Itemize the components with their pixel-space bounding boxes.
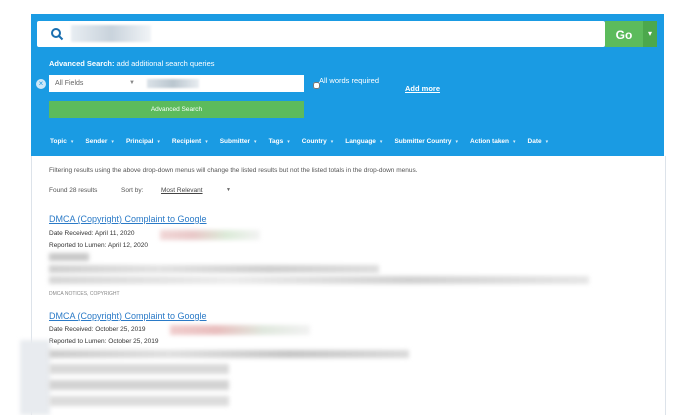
filter-label: Topic <box>50 138 67 145</box>
redacted-text <box>160 230 260 240</box>
filter-label: Action taken <box>470 138 510 145</box>
filter-label: Tags <box>268 138 284 145</box>
redacted-text <box>49 350 409 358</box>
filter-label: Date <box>527 138 542 145</box>
chevron-down-icon: ▾ <box>513 139 516 145</box>
filter-dropdown-submitter-country[interactable]: Submitter Country ▾ <box>388 138 464 145</box>
results-count: Found 28 results <box>49 187 98 194</box>
redacted-overlay <box>20 340 50 415</box>
filter-dropdown-recipient[interactable]: Recipient ▾ <box>166 138 214 145</box>
filter-dropdown-country[interactable]: Country ▾ <box>296 138 339 145</box>
result-reported: Reported to Lumen: October 25, 2019 <box>49 338 159 345</box>
filter-dropdown-date[interactable]: Date ▾ <box>522 138 555 145</box>
result-date-received: Date Received: October 25, 2019 <box>49 326 146 333</box>
filter-dropdown-submitter[interactable]: Submitter ▾ <box>214 138 263 145</box>
result-date-received: Date Received: April 11, 2020 <box>49 230 135 237</box>
search-icon <box>51 28 64 41</box>
field-select[interactable]: All Fields ▼ <box>49 75 143 92</box>
sort-chevron-icon[interactable]: ▼ <box>226 187 231 193</box>
advanced-search-button[interactable]: Advanced Search <box>49 101 304 118</box>
go-dropdown-chevron-icon[interactable]: ▾ <box>643 21 657 47</box>
advanced-search-title-rest: add additional search queries <box>114 59 215 68</box>
redacted-text <box>49 364 229 374</box>
filter-dropdown-tags[interactable]: Tags ▾ <box>263 138 296 145</box>
clear-icon[interactable]: × <box>36 79 46 89</box>
filter-label: Submitter <box>219 138 251 145</box>
sort-label: Sort by: <box>121 187 144 194</box>
chevron-down-icon: ▾ <box>330 139 334 145</box>
chevron-down-icon: ▾ <box>287 139 290 145</box>
result-tags: DMCA NOTICES, COPYRIGHT <box>49 291 120 297</box>
results-container <box>31 156 666 415</box>
chevron-down-icon: ▾ <box>455 139 459 145</box>
advanced-field-input[interactable] <box>143 75 304 92</box>
chevron-down-icon: ▾ <box>254 139 257 145</box>
chevron-down-icon: ▾ <box>545 139 549 145</box>
all-words-label: All words required <box>319 76 380 85</box>
filter-label: Sender <box>85 138 108 145</box>
filter-label: Submitter Country <box>394 138 452 145</box>
chevron-down-icon: ▾ <box>379 139 383 145</box>
result-reported: Reported to Lumen: April 12, 2020 <box>49 242 149 249</box>
filter-dropdown-topic[interactable]: Topic ▾ <box>44 138 79 145</box>
advanced-search-title: Advanced Search: add additional search q… <box>49 59 215 68</box>
filter-dropdown-action-taken[interactable]: Action taken ▾ <box>464 138 522 145</box>
go-button[interactable]: Go <box>605 21 643 47</box>
chevron-down-icon: ▼ <box>129 80 135 86</box>
redacted-text <box>49 276 589 284</box>
filter-dropdown-sender[interactable]: Sender ▾ <box>79 138 120 145</box>
field-select-value: All Fields <box>55 80 84 87</box>
chevron-down-icon: ▾ <box>111 139 114 145</box>
search-query-redacted <box>71 25 151 42</box>
redacted-text <box>49 396 229 406</box>
search-input[interactable] <box>37 21 605 47</box>
chevron-down-icon: ▾ <box>205 139 208 145</box>
result-title-link[interactable]: DMCA (Copyright) Complaint to Google <box>49 311 207 321</box>
redacted-text <box>49 253 89 261</box>
filter-label: Language <box>345 138 376 145</box>
filter-dropdown-language[interactable]: Language ▾ <box>339 138 388 145</box>
redacted-text <box>49 265 379 273</box>
redacted-text <box>49 380 229 390</box>
filter-label: Country <box>301 138 327 145</box>
redacted-text <box>170 325 310 335</box>
add-more-link[interactable]: Add more <box>405 84 440 93</box>
filter-label: Recipient <box>171 138 202 145</box>
filter-bar: Topic ▾ Sender ▾ Principal ▾ Recipient ▾ Submitt… <box>44 138 554 145</box>
result-title-link[interactable]: DMCA (Copyright) Complaint to Google <box>49 214 207 224</box>
chevron-down-icon: ▾ <box>70 139 74 145</box>
advanced-search-title-bold: Advanced Search: <box>49 59 115 68</box>
chevron-down-icon: ▾ <box>157 139 160 145</box>
sort-select[interactable]: Most Relevant <box>161 187 203 194</box>
filter-note: Filtering results using the above drop-d… <box>49 167 418 174</box>
filter-dropdown-principal[interactable]: Principal ▾ <box>120 138 166 145</box>
field-input-redacted <box>147 79 199 88</box>
filter-label: Principal <box>125 138 154 145</box>
